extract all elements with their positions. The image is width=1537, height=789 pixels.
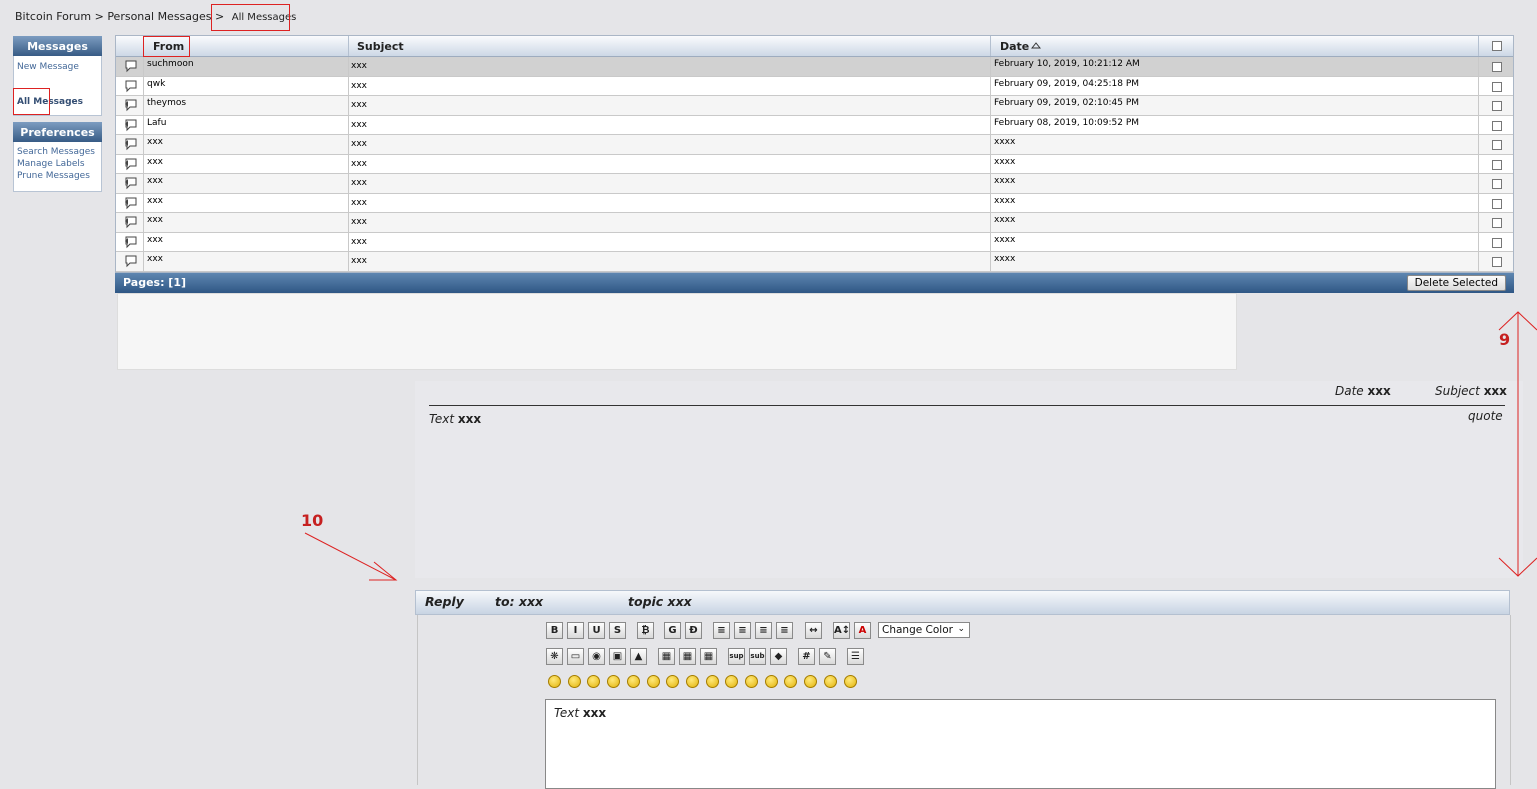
annotation-label-10: 10: [301, 511, 324, 530]
annotation-arrows: [304, 311, 1537, 581]
annotation-label-9: 9: [1499, 330, 1511, 349]
